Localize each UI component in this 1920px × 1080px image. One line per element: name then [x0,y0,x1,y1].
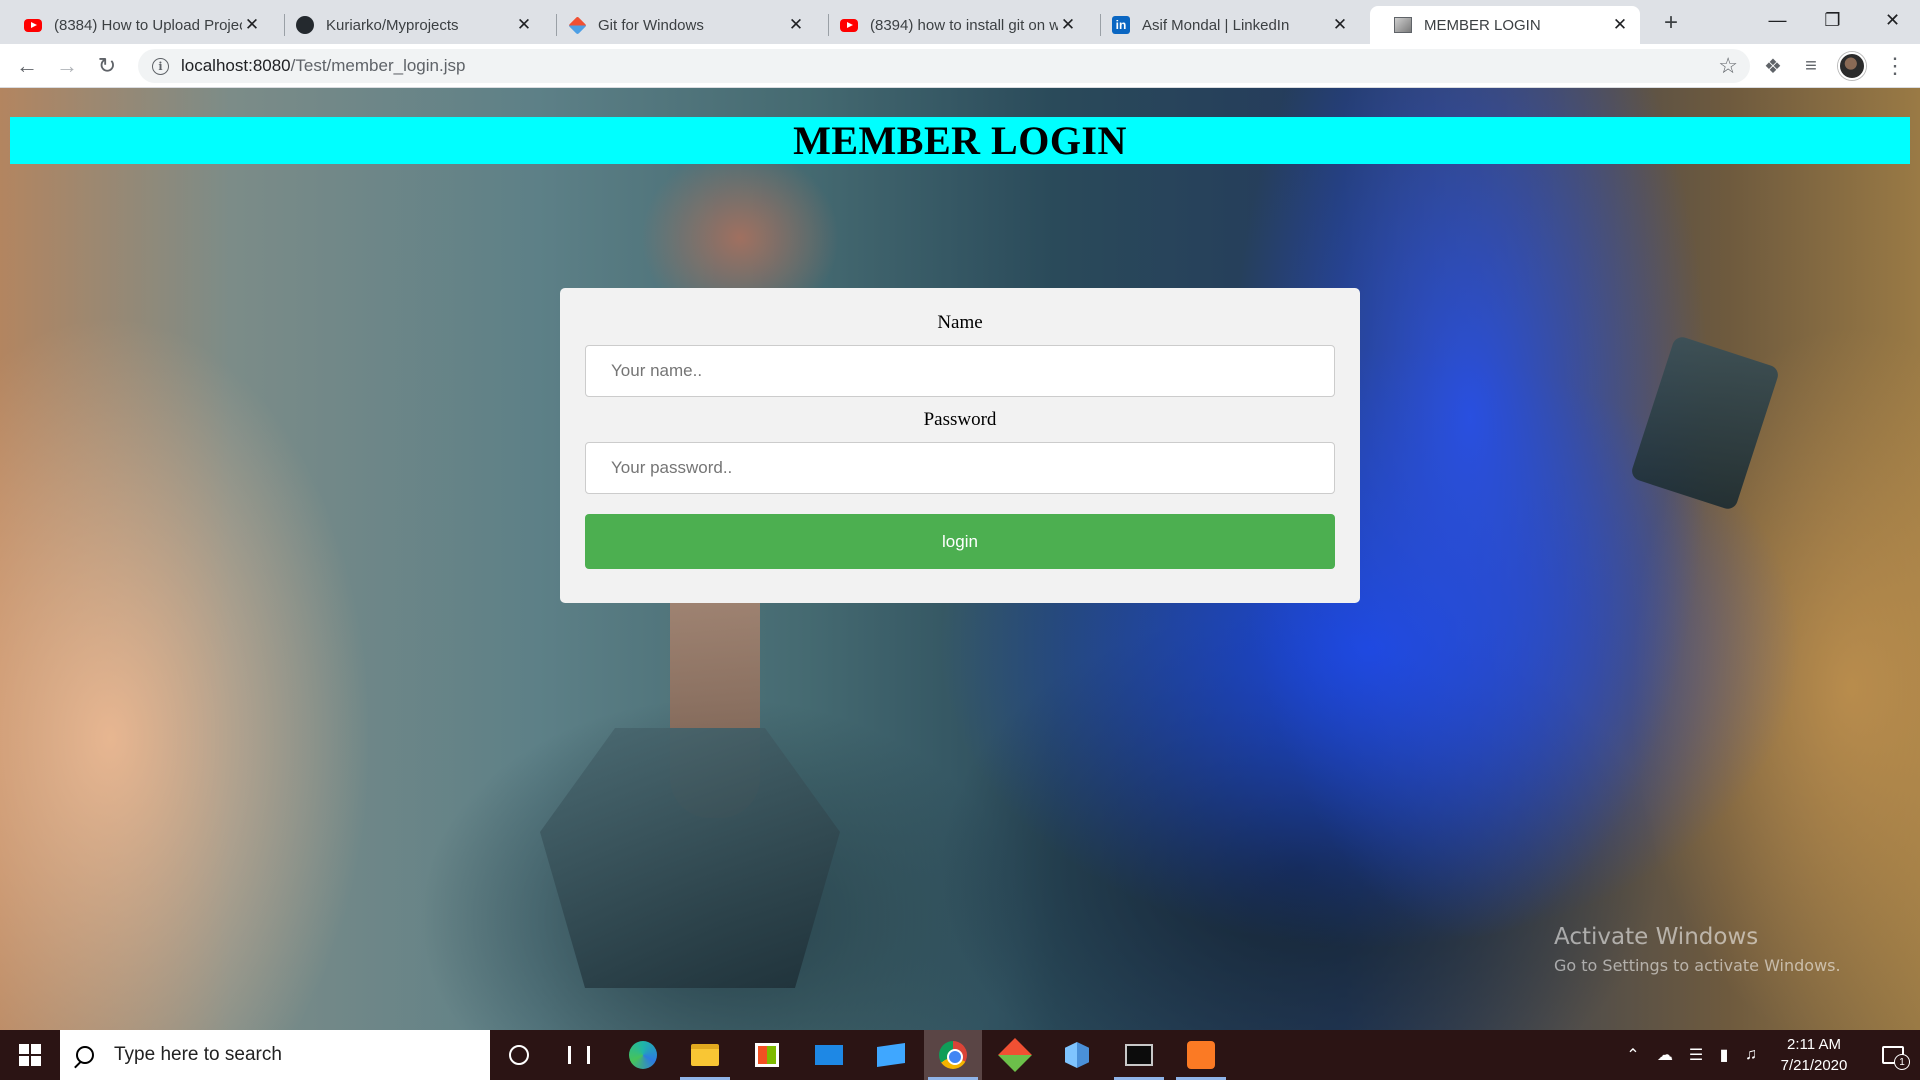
password-label: Password [923,409,997,430]
tab-title: Asif Mondal | LinkedIn [1142,16,1290,34]
tab-github-myprojects[interactable]: Kuriarko/Myprojects ✕ [272,6,544,44]
tab-youtube-install-git[interactable]: (8394) how to install git on w ✕ [816,6,1088,44]
tab-title: (8384) How to Upload Project [54,16,242,34]
browser-toolbar: ← → ↻ i localhost:8080/Test/member_login… [0,44,1920,88]
close-icon[interactable]: ✕ [1058,15,1078,35]
page-header: MEMBER LOGIN [10,117,1910,164]
name-input[interactable] [585,345,1335,397]
minimize-button[interactable]: — [1750,0,1805,40]
notification-icon: 1 [1882,1046,1910,1070]
mail-icon[interactable] [800,1030,858,1080]
bookmark-star-icon[interactable]: ☆ [1718,53,1738,79]
notification-count: 1 [1894,1054,1910,1070]
tab-title: Kuriarko/Myprojects [326,16,459,34]
media-queue-icon[interactable]: ≡ [1796,51,1826,81]
profile-avatar[interactable] [1838,52,1866,80]
volume-icon[interactable]: ♫ [1738,1030,1764,1080]
tab-title: Git for Windows [598,16,704,34]
virtualbox-icon[interactable] [1048,1030,1106,1080]
back-arrow-icon[interactable]: ← [12,51,42,81]
git-icon [567,15,587,35]
search-placeholder: Type here to search [114,1044,282,1065]
xampp-icon[interactable] [1172,1030,1230,1080]
wifi-icon[interactable]: ☰ [1682,1030,1710,1080]
watermark-title: Activate Windows [1554,924,1759,950]
tab-strip: (8384) How to Upload Project ✕ Kuriarko/… [0,0,1920,44]
page-title: MEMBER LOGIN [793,118,1127,163]
start-windows-icon[interactable] [0,1030,60,1080]
search-icon [76,1046,94,1064]
linkedin-icon: in [1112,16,1130,34]
close-icon[interactable]: ✕ [242,15,262,35]
login-button[interactable]: login [585,514,1335,569]
action-center-button[interactable]: 1 [1866,1030,1920,1080]
tab-youtube-upload[interactable]: (8384) How to Upload Project ✕ [0,6,272,44]
background-photo-detail [640,148,840,298]
close-icon[interactable]: ✕ [1330,15,1350,35]
store-icon[interactable] [738,1030,796,1080]
close-icon[interactable]: ✕ [786,15,806,35]
background-photo-detail [1629,334,1781,512]
close-icon[interactable]: ✕ [514,15,534,35]
close-icon[interactable]: ✕ [1610,15,1630,35]
clock-date: 7/21/2020 [1780,1057,1848,1074]
name-label: Name [937,312,983,333]
tab-title: MEMBER LOGIN [1424,16,1541,34]
battery-icon[interactable]: ▮ [1710,1030,1738,1080]
tab-linkedin[interactable]: in Asif Mondal | LinkedIn ✕ [1088,6,1360,44]
youtube-icon [840,16,858,34]
command-prompt-icon[interactable] [1110,1030,1168,1080]
url-text[interactable]: localhost:8080/Test/member_login.jsp [181,56,465,76]
background-photo-detail [540,728,840,988]
login-form: Name Password login [560,288,1360,603]
page-viewport: MEMBER LOGIN Name Password login Activat… [0,88,1920,1030]
cortana-icon[interactable] [490,1030,548,1080]
taskbar: Type here to search ⌃ ☁ ☰ ▮ ♫ 2:11 AM 7/… [0,1030,1920,1080]
show-hidden-icons-chevron-icon[interactable]: ⌃ [1620,1030,1646,1080]
edge-icon[interactable] [614,1030,672,1080]
info-icon[interactable]: i [152,57,169,75]
close-window-button[interactable]: ✕ [1865,0,1920,40]
password-input[interactable] [585,442,1335,494]
tab-title: (8394) how to install git on w [870,16,1058,34]
reload-icon[interactable]: ↻ [92,51,122,81]
watermark-subtitle: Go to Settings to activate Windows. [1554,956,1841,975]
system-clock[interactable]: 2:11 AM 7/21/2020 [1764,1034,1864,1076]
address-bar[interactable]: i localhost:8080/Test/member_login.jsp ☆ [138,49,1750,83]
forward-arrow-icon[interactable]: → [52,51,82,81]
taskbar-search-box[interactable]: Type here to search [60,1030,490,1080]
menu-kebab-icon[interactable]: ⋮ [1880,51,1910,81]
new-tab-button[interactable]: + [1656,8,1686,38]
github-icon [296,16,314,34]
this-pc-icon[interactable] [862,1030,920,1080]
file-explorer-icon[interactable] [676,1030,734,1080]
youtube-icon [24,16,42,34]
chrome-icon[interactable] [924,1030,982,1080]
clock-time: 2:11 AM [1787,1036,1841,1053]
tab-git-for-windows[interactable]: Git for Windows ✕ [544,6,816,44]
activate-windows-watermark: Activate Windows Go to Settings to activ… [1554,924,1841,975]
git-gui-icon[interactable] [986,1030,1044,1080]
extensions-puzzle-icon[interactable]: ❖ [1758,51,1788,81]
tab-member-login[interactable]: MEMBER LOGIN ✕ [1370,6,1640,44]
url-host: localhost:8080 [181,56,291,75]
onedrive-cloud-icon[interactable]: ☁ [1650,1030,1680,1080]
url-path: /Test/member_login.jsp [290,56,466,75]
task-view-icon[interactable] [550,1030,608,1080]
page-icon [1394,16,1412,34]
restore-button[interactable]: ❐ [1805,0,1860,40]
